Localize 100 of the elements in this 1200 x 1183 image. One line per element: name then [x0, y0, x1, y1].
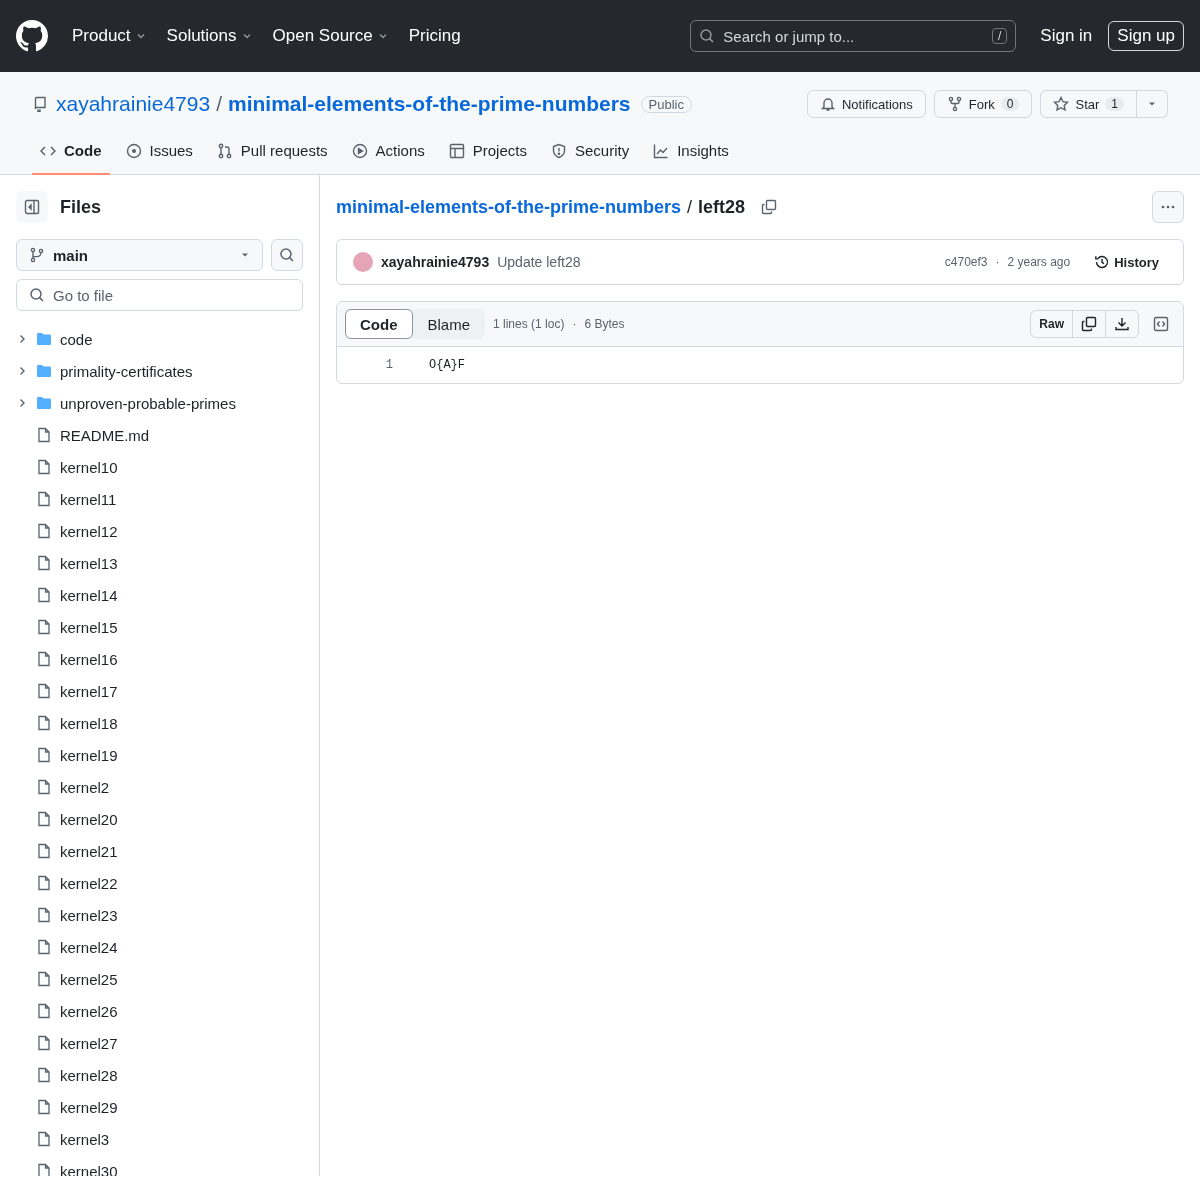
folder-tree-item[interactable]: unproven-probable-primes: [16, 387, 303, 419]
view-mode-tab[interactable]: Code: [345, 309, 413, 339]
octocat-logo-icon[interactable]: [16, 20, 48, 52]
file-size: 6 Bytes: [584, 317, 625, 331]
file-tree-item[interactable]: kernel25: [16, 963, 303, 995]
branch-icon: [29, 247, 45, 263]
code-line: O{A}F: [428, 358, 465, 372]
view-mode-tab[interactable]: Blame: [412, 309, 486, 339]
file-tree-item[interactable]: kernel17: [16, 675, 303, 707]
play-circle-icon: [351, 142, 368, 159]
file-icon: [36, 1131, 52, 1147]
repo-tab[interactable]: Insights: [645, 134, 737, 175]
search-field[interactable]: Search or jump to... /: [690, 20, 1017, 52]
repo-tab[interactable]: Security: [542, 134, 638, 175]
download-button[interactable]: [1105, 310, 1139, 338]
file-icon: [36, 1003, 52, 1019]
commit-age: 2 years ago: [1007, 255, 1071, 269]
file-tree-item[interactable]: kernel19: [16, 739, 303, 771]
file-icon: [36, 747, 52, 763]
file-icon: [36, 1099, 52, 1115]
file-name: left28: [698, 196, 746, 218]
file-tree-item[interactable]: kernel18: [16, 707, 303, 739]
circle-dot-icon: [125, 142, 142, 159]
owner-link[interactable]: xayahrainie4793: [56, 92, 211, 116]
file-tree-item[interactable]: kernel15: [16, 611, 303, 643]
nav-menu-item[interactable]: Open Source: [264, 20, 397, 52]
folder-icon: [36, 363, 52, 379]
file-tree-item[interactable]: kernel24: [16, 931, 303, 963]
meta-separator: ·: [572, 317, 577, 331]
repo-tab[interactable]: Actions: [343, 134, 433, 175]
file-tree-item[interactable]: kernel2: [16, 771, 303, 803]
copy-button[interactable]: [1072, 310, 1106, 338]
file-icon: [36, 1163, 52, 1176]
file-icon: [36, 875, 52, 891]
file-tree-item[interactable]: kernel22: [16, 867, 303, 899]
history-icon: [1094, 254, 1111, 270]
file-icon: [36, 971, 52, 987]
repo-tab[interactable]: Pull requests: [208, 134, 336, 175]
sign-in-link[interactable]: Sign in: [1032, 20, 1101, 52]
search-icon: [699, 28, 716, 44]
nav-menu-item[interactable]: Pricing: [400, 20, 469, 52]
copy-icon: [761, 199, 778, 215]
code-square-icon: [1153, 316, 1169, 332]
commit-message[interactable]: Update left28: [497, 254, 937, 270]
file-tree-item[interactable]: README.md: [16, 419, 303, 451]
side-panel-icon: [24, 199, 40, 215]
nav-menu-item[interactable]: Solutions: [158, 20, 261, 52]
folder-tree-item[interactable]: code: [16, 323, 303, 355]
commit-sha[interactable]: c470ef3: [944, 255, 988, 269]
go-to-file-field[interactable]: Go to file: [16, 279, 303, 311]
file-tree-item[interactable]: kernel13: [16, 547, 303, 579]
bell-icon: [819, 96, 836, 112]
file-icon: [36, 1035, 52, 1051]
file-tree-item[interactable]: kernel14: [16, 579, 303, 611]
download-icon: [1114, 316, 1130, 332]
file-icon: [36, 1067, 52, 1083]
branch-select[interactable]: main: [16, 239, 263, 271]
table-icon: [448, 142, 465, 159]
file-tree-item[interactable]: kernel12: [16, 515, 303, 547]
file-icon: [36, 843, 52, 859]
star-menu-button[interactable]: [1137, 90, 1168, 118]
repository-name-link[interactable]: minimal-elements-of-the-prime-numbers: [227, 92, 631, 116]
file-tree-item[interactable]: kernel28: [16, 1059, 303, 1091]
repo-tab[interactable]: Code: [32, 134, 110, 175]
file-icon: [36, 811, 52, 827]
file-tree-item[interactable]: kernel11: [16, 483, 303, 515]
fork-button[interactable]: Fork 0: [933, 90, 1033, 118]
file-tree-item[interactable]: kernel29: [16, 1091, 303, 1123]
files-heading: Files: [60, 196, 102, 218]
search-button[interactable]: [271, 239, 303, 271]
history-button[interactable]: History: [1086, 250, 1167, 274]
commit-author[interactable]: xayahrainie4793: [381, 254, 490, 270]
file-tree-item[interactable]: kernel23: [16, 899, 303, 931]
file-tree-item[interactable]: kernel26: [16, 995, 303, 1027]
repo-tab[interactable]: Projects: [440, 134, 535, 175]
file-tree-item[interactable]: kernel16: [16, 643, 303, 675]
pull-request-icon: [216, 142, 233, 159]
star-button[interactable]: Star 1: [1040, 90, 1137, 118]
notifications-button[interactable]: Notifications: [806, 90, 926, 118]
repo-tab[interactable]: Issues: [117, 134, 201, 175]
collapse-panel-button[interactable]: [16, 191, 48, 223]
shortcut-key: /: [992, 28, 1008, 44]
file-tree-item[interactable]: kernel20: [16, 803, 303, 835]
folder-tree-item[interactable]: primality-certificates: [16, 355, 303, 387]
file-tree-item[interactable]: kernel30: [16, 1155, 303, 1176]
file-tree-item[interactable]: kernel27: [16, 1027, 303, 1059]
file-icon: [36, 779, 52, 795]
raw-button[interactable]: Raw: [1030, 310, 1073, 338]
file-tree-item[interactable]: kernel3: [16, 1123, 303, 1155]
file-icon: [36, 715, 52, 731]
file-tree-item[interactable]: kernel21: [16, 835, 303, 867]
nav-menu-item[interactable]: Product: [64, 20, 155, 52]
fork-count: 0: [1000, 97, 1020, 111]
repository-link[interactable]: minimal-elements-of-the-prime-numbers: [336, 196, 682, 218]
file-tree-item[interactable]: kernel10: [16, 451, 303, 483]
star-icon: [1053, 96, 1070, 112]
file-icon: [36, 491, 52, 507]
sign-up-button[interactable]: Sign up: [1108, 21, 1184, 51]
line-number: 1: [384, 358, 393, 372]
search-icon: [279, 247, 295, 263]
